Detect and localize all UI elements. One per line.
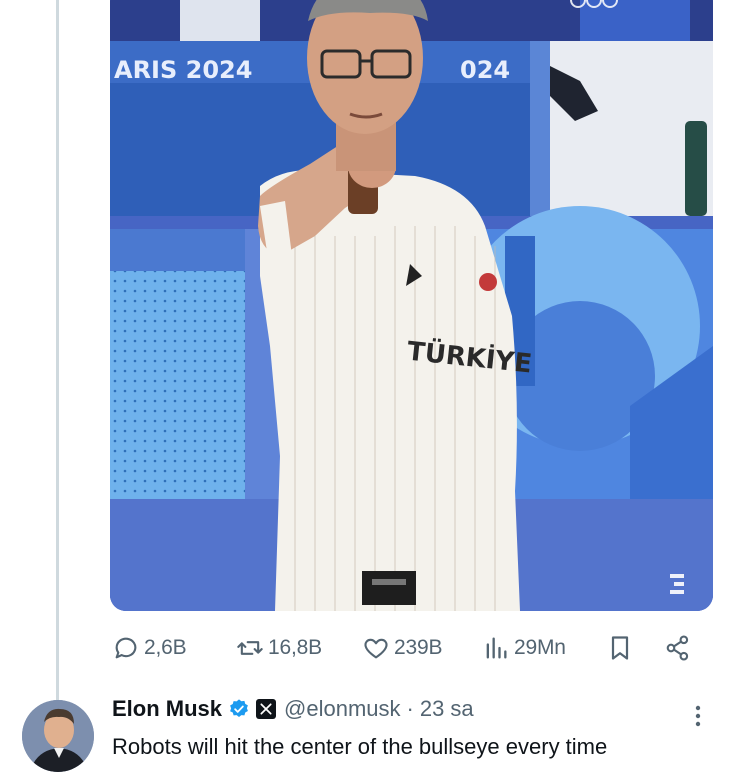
like-count: 239B <box>394 636 443 659</box>
retweet-icon <box>237 641 263 655</box>
x-badge-icon <box>256 699 277 719</box>
views-icon <box>486 637 507 659</box>
reply-tweet[interactable]: Elon Musk @elonmusk · 23 sa Robots will … <box>0 690 735 772</box>
tweet-media-image[interactable]: ARIS 2024 024 TÜRKİYE <box>110 0 713 611</box>
retweet-count: 16,8B <box>268 636 322 659</box>
avatar-image <box>22 700 94 772</box>
like-icon <box>364 638 388 659</box>
media-illustration: ARIS 2024 024 TÜRKİYE <box>110 0 713 611</box>
avatar[interactable] <box>22 700 94 772</box>
display-name[interactable]: Elon Musk <box>112 696 222 722</box>
more-icon <box>695 705 701 727</box>
share-icon <box>666 635 689 661</box>
reply-count: 2,6B <box>144 636 187 659</box>
handle[interactable]: @elonmusk <box>284 696 401 722</box>
share-button[interactable] <box>664 630 696 666</box>
more-options-button[interactable] <box>688 702 708 730</box>
tweet-actions-bar: 2,6B 16,8B 239B 29Mn <box>112 630 702 666</box>
backdrop-text-left: ARIS 2024 <box>114 56 252 84</box>
verified-icon <box>230 699 248 717</box>
reply-text: Robots will hit the center of the bullse… <box>112 734 608 759</box>
reply-button[interactable]: 2,6B <box>112 630 187 666</box>
view-count: 29Mn <box>514 636 566 659</box>
like-button[interactable]: 239B <box>362 630 442 666</box>
reply-icon <box>115 637 137 659</box>
views-button[interactable]: 29Mn <box>482 630 566 666</box>
bookmark-button[interactable] <box>606 630 638 666</box>
retweet-button[interactable]: 16,8B <box>236 630 322 666</box>
bookmark-icon <box>611 636 629 660</box>
reply-header: Elon Musk @elonmusk · 23 sa <box>112 696 474 722</box>
timestamp[interactable]: 23 sa <box>420 696 474 722</box>
backdrop-text-right: 024 <box>460 56 510 84</box>
separator: · <box>406 696 414 721</box>
thread-line <box>56 0 59 700</box>
